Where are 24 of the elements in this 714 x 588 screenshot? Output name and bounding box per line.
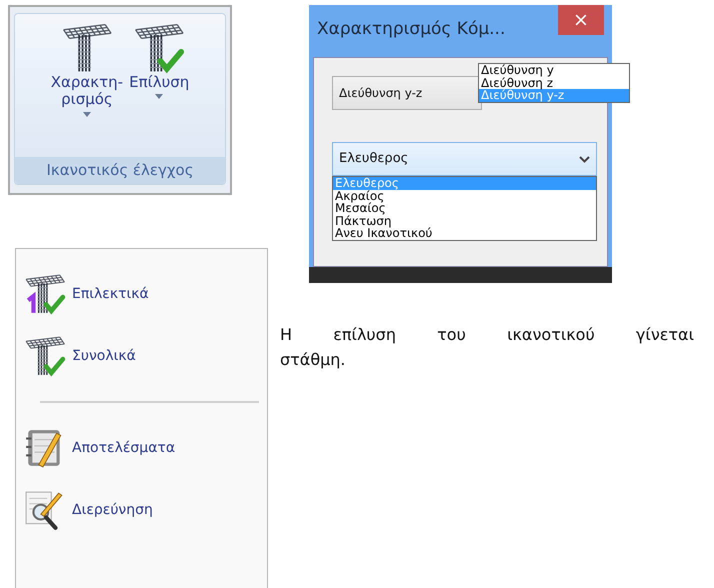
direction-dropdown[interactable]: Διεύθυνση y-z [332, 76, 482, 110]
rebar-icon [60, 22, 113, 74]
ribbon-button[interactable]: Χαρακτη- ρισμός [48, 22, 126, 156]
dropdown-option[interactable]: Ακραίος [333, 190, 596, 202]
menu-item[interactable]: Συνολικά [24, 325, 259, 387]
dropdown-option[interactable]: Ανευ Ικανοτικού [333, 227, 596, 240]
menu-item[interactable]: Αποτελέσματα [24, 417, 259, 479]
rebar-check-icon [24, 335, 66, 377]
menu-item[interactable]: Διερεύνηση [24, 479, 259, 541]
dropdown-option[interactable]: Μεσαίος [333, 202, 596, 215]
window-title: Χαρακτηρισμός Κόμ... [316, 18, 506, 41]
close-button[interactable]: × [558, 5, 604, 35]
menu-item[interactable]: Επιλεκτικά [24, 263, 259, 325]
dropdown-option[interactable]: Διεύθυνση y [479, 64, 629, 77]
dropdown-option[interactable]: Διεύθυνση z [479, 76, 629, 90]
paragraph-line: στάθμη. [280, 348, 347, 371]
rebar-number-check-icon [24, 273, 66, 315]
rebar-check-icon [133, 22, 186, 74]
ribbon-button[interactable]: Επίλυση [127, 22, 192, 156]
dropdown-option[interactable]: Πάκτωση [333, 214, 596, 228]
paragraph-line: Η επίλυση του ικανοτικού γίνεται [280, 324, 694, 346]
type-dropdown[interactable]: Ελευθερος [332, 142, 597, 176]
chevron-icon [579, 156, 590, 162]
group-label: Ικανοτικός έλεγχος [15, 156, 225, 184]
